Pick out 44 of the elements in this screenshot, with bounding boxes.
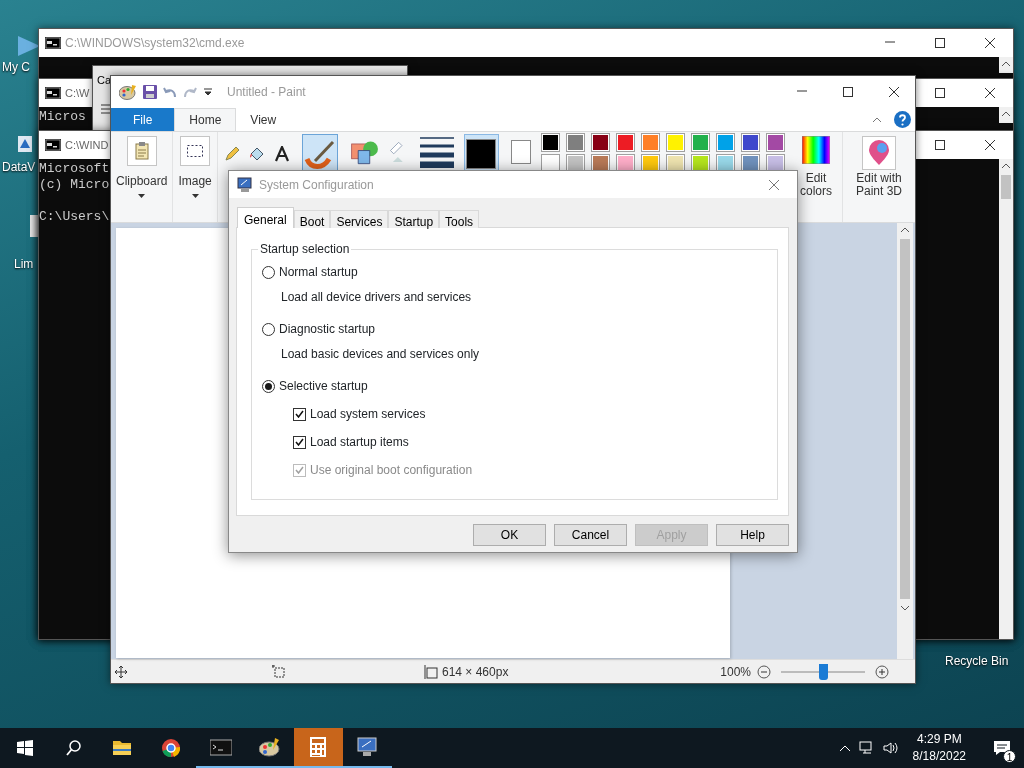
ribbon-tab[interactable]: View [236, 108, 291, 131]
window-title: Untitled - Paint [227, 84, 306, 101]
group-label[interactable]: Clipboard [116, 172, 168, 190]
window-title: Ca [97, 72, 112, 88]
checkbox-label[interactable]: Load system services [310, 405, 426, 423]
icon-label[interactable]: Lim [14, 255, 34, 273]
icon-label[interactable]: DataV [2, 158, 36, 176]
window-title: C:\W [65, 85, 90, 101]
console-prompt: C:\Users\ [39, 209, 110, 225]
option-label[interactable]: Selective startup [279, 377, 368, 395]
zoom-level: 100% [720, 663, 751, 681]
ribbon-tab[interactable]: Home [174, 108, 237, 131]
clock-time[interactable]: 4:29 PM [916, 731, 962, 748]
file-menu[interactable]: File [111, 108, 175, 131]
option-label[interactable]: Diagnostic startup [279, 320, 376, 338]
window-title: C:\WIND [65, 137, 109, 153]
tab[interactable]: Startup [388, 210, 440, 228]
paint3d-label[interactable]: Edit with Paint 3D [851, 172, 907, 198]
tab[interactable]: Boot [293, 210, 331, 228]
option-label[interactable]: Normal startup [279, 263, 358, 281]
checkbox-label[interactable]: Load startup items [310, 433, 409, 451]
tab[interactable]: General [237, 207, 294, 228]
group-title: Startup selection [258, 242, 352, 256]
notification-count: 1 [1003, 750, 1016, 763]
tab[interactable]: Tools [439, 210, 480, 228]
group-label[interactable]: Image [178, 172, 212, 190]
canvas-size-text: 614 × 460px [442, 663, 509, 681]
option-description: Load all device drivers and services [281, 289, 473, 306]
clock-date[interactable]: 8/18/2022 [912, 748, 966, 765]
dialog-button[interactable]: Cancel [554, 524, 627, 546]
window-title: System Configuration [259, 176, 374, 194]
tab[interactable]: Services [330, 210, 389, 228]
icon-label[interactable]: Recycle Bin [945, 652, 1009, 670]
checkbox-label: Use original boot configuration [310, 462, 473, 479]
dialog-button[interactable]: Help [716, 524, 789, 546]
console-text: Microsoft [39, 161, 110, 177]
icon-label[interactable]: My C [2, 58, 30, 76]
window-title: C:\WINDOWS\system32\cmd.exe [65, 35, 245, 52]
edit-colors-label[interactable]: Edit colors [798, 172, 834, 198]
option-description: Load basic devices and services only [281, 346, 481, 363]
notification-button[interactable]: 1 [980, 728, 1024, 768]
console-text: (c) Micro [39, 177, 110, 193]
console-text: Micros [39, 109, 86, 125]
dialog-button[interactable]: OK [473, 524, 546, 546]
